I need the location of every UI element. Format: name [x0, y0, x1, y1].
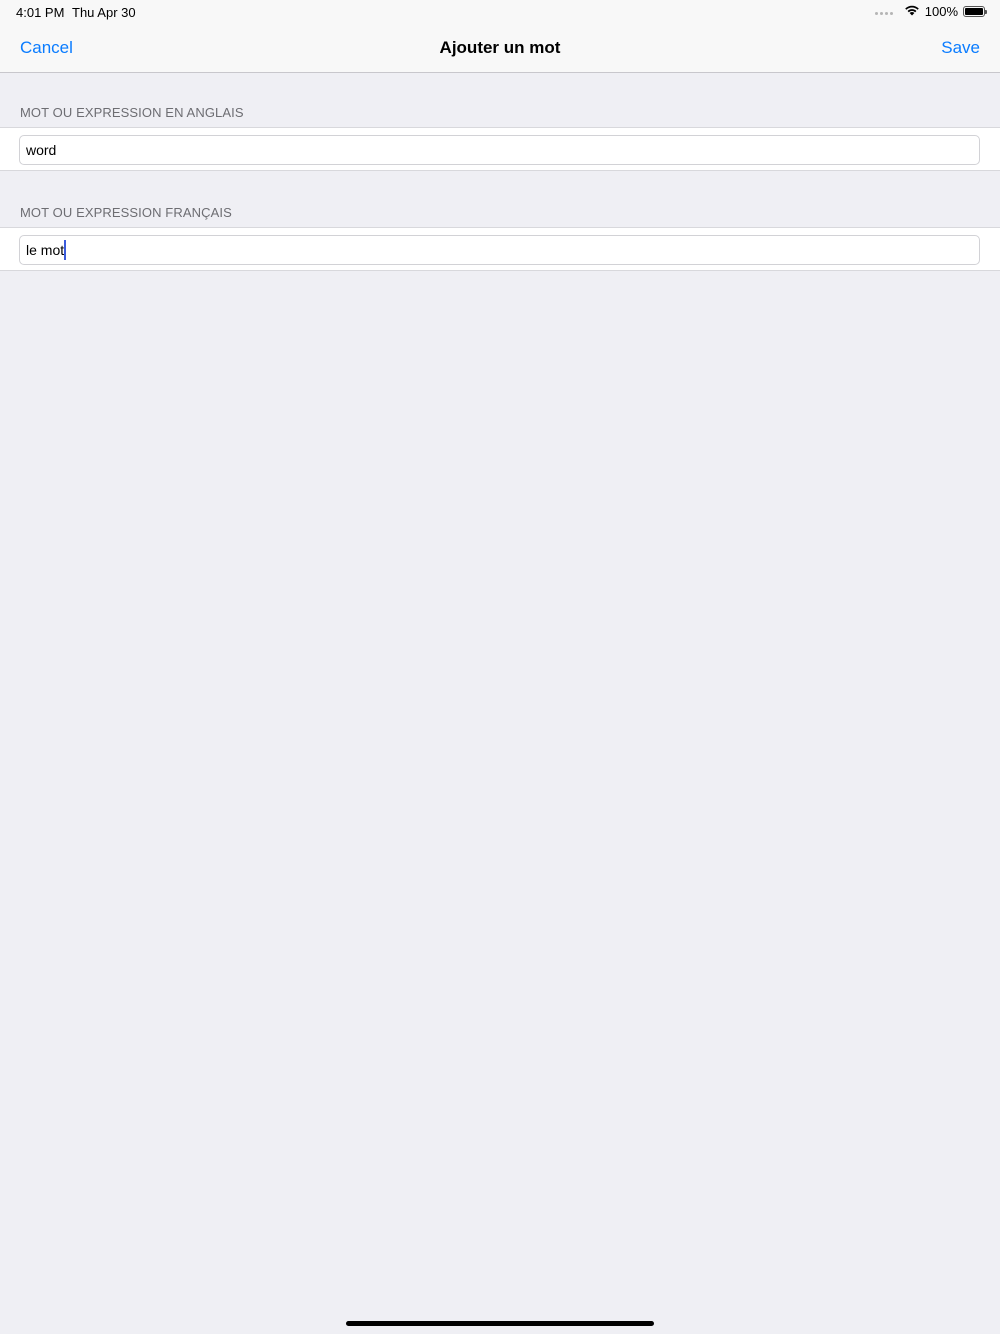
signal-dots-icon: [874, 12, 893, 15]
french-section-header: MOT OU EXPRESSION FRANÇAIS: [20, 205, 232, 220]
battery-percentage: 100%: [924, 4, 958, 19]
page-title: Ajouter un mot: [439, 38, 561, 57]
wifi-icon: [904, 4, 920, 19]
cancel-button[interactable]: Cancel: [20, 38, 73, 58]
french-word-input[interactable]: [19, 235, 980, 265]
status-indicators: 100%: [874, 4, 987, 19]
home-indicator[interactable]: [346, 1321, 654, 1326]
status-time: 4:01 PM: [16, 5, 65, 20]
english-section-header: MOT OU EXPRESSION EN ANGLAIS: [20, 105, 244, 120]
french-word-cell: [0, 227, 1000, 271]
text-cursor: [64, 240, 66, 260]
status-bar: 4:01 PM Thu Apr 30 100%: [0, 0, 1000, 24]
english-word-cell: [0, 127, 1000, 171]
battery-icon: [963, 6, 987, 17]
status-date: Thu Apr 30: [72, 5, 136, 20]
battery-level-fill: [965, 8, 983, 15]
english-word-input[interactable]: [19, 135, 980, 165]
navigation-header: 4:01 PM Thu Apr 30 100% Cancel Ajouter u…: [0, 0, 1000, 73]
save-button[interactable]: Save: [941, 38, 980, 58]
